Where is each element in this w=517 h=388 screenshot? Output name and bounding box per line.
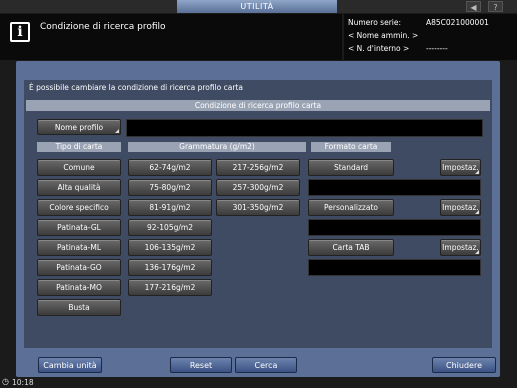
- format-header: Formato carta: [311, 142, 391, 152]
- settings-carta-tab-button[interactable]: Impostaz.: [440, 239, 481, 256]
- clock-icon: ◷: [2, 377, 9, 386]
- settings-standard-button[interactable]: Impostaz.: [440, 159, 481, 176]
- settings-personalizzato-button[interactable]: Impostaz.: [440, 199, 481, 216]
- reset-button[interactable]: Reset: [170, 357, 232, 373]
- weight-217-256[interactable]: 217-256g/m2: [216, 159, 300, 176]
- paper-type-busta[interactable]: Busta: [37, 299, 121, 316]
- standard-value-field: [308, 179, 481, 196]
- paper-type-comune[interactable]: Comune: [37, 159, 121, 176]
- settings-label: Impostaz.: [442, 163, 479, 172]
- corner-marker: [115, 129, 119, 133]
- internal-no-value: --------: [426, 44, 448, 53]
- weight-301-350[interactable]: 301-350g/m2: [216, 199, 300, 216]
- status-time: 10:18: [12, 378, 34, 387]
- close-button[interactable]: Chiudere: [432, 357, 496, 373]
- weight-106-135[interactable]: 106-135g/m2: [128, 239, 212, 256]
- status-bar: ◷ 10:18: [0, 377, 517, 388]
- search-button[interactable]: Cerca: [235, 357, 297, 373]
- change-unit-button[interactable]: Cambia unità: [38, 357, 102, 373]
- help-icon[interactable]: ?: [488, 1, 503, 12]
- speaker-icon[interactable]: ◀: [466, 1, 481, 12]
- device-info-panel: Numero serie: A85C021000001 < Nome ammin…: [344, 14, 517, 60]
- paper-type-alta-qualita[interactable]: Alta qualità: [37, 179, 121, 196]
- admin-name-label: < Nome ammin. >: [348, 31, 419, 40]
- weight-136-176[interactable]: 136-176g/m2: [128, 259, 212, 276]
- weight-81-91[interactable]: 81-91g/m2: [128, 199, 212, 216]
- screen-header: [0, 14, 342, 60]
- corner-marker: [475, 210, 479, 214]
- carta-tab-value-field: [308, 259, 481, 276]
- weight-257-300[interactable]: 257-300g/m2: [216, 179, 300, 196]
- serial-label: Numero serie:: [348, 18, 402, 27]
- settings-label: Impostaz.: [442, 203, 479, 212]
- paper-type-header: Tipo di carta: [37, 142, 121, 152]
- settings-label: Impostaz.: [442, 243, 479, 252]
- paper-type-patinata-gl[interactable]: Patinata-GL: [37, 219, 121, 236]
- weight-75-80[interactable]: 75-80g/m2: [128, 179, 212, 196]
- weight-92-105[interactable]: 92-105g/m2: [128, 219, 212, 236]
- info-icon: i: [10, 22, 30, 42]
- tab-utilita[interactable]: UTILITÀ: [177, 0, 337, 13]
- profile-name-button[interactable]: Nome profilo: [37, 119, 121, 135]
- format-carta-tab[interactable]: Carta TAB: [308, 239, 394, 256]
- paper-type-patinata-ml[interactable]: Patinata-ML: [37, 239, 121, 256]
- paper-type-colore-specifico[interactable]: Colore specifico: [37, 199, 121, 216]
- format-standard[interactable]: Standard: [308, 159, 394, 176]
- paper-type-patinata-mo[interactable]: Patinata-MO: [37, 279, 121, 296]
- corner-marker: [475, 170, 479, 174]
- corner-marker: [475, 250, 479, 254]
- weight-177-216[interactable]: 177-216g/m2: [128, 279, 212, 296]
- page-title: Condizione di ricerca profilo: [40, 22, 166, 32]
- internal-no-label: < N. d'interno >: [348, 44, 410, 53]
- weight-header: Grammatura (g/m2): [128, 142, 306, 152]
- info-message: È possibile cambiare la condizione di ri…: [29, 83, 243, 92]
- personalizzato-value-field: [308, 219, 481, 236]
- format-personalizzato[interactable]: Personalizzato: [308, 199, 394, 216]
- profile-name-field[interactable]: [126, 119, 483, 137]
- profile-name-label: Nome profilo: [54, 122, 104, 132]
- section-title: Condizione di ricerca profilo carta: [26, 100, 490, 111]
- paper-type-patinata-go[interactable]: Patinata-GO: [37, 259, 121, 276]
- weight-62-74[interactable]: 62-74g/m2: [128, 159, 212, 176]
- serial-value: A85C021000001: [426, 18, 489, 27]
